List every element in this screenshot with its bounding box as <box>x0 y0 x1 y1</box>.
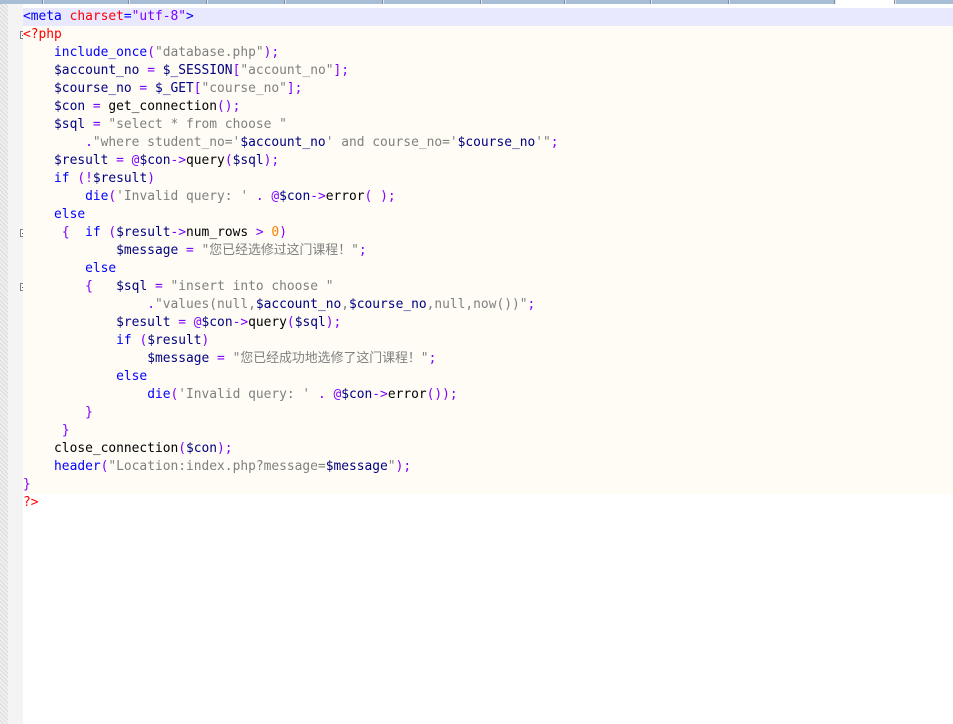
code-line: <meta charset="utf-8"> <box>23 8 953 26</box>
code-line: { $sql = "insert into choose " <box>23 278 953 296</box>
html-tag: meta <box>30 9 62 24</box>
code-line: else <box>23 368 953 386</box>
code-line: $con = get_connection(); <box>23 98 953 116</box>
code-line: $message = "您已经选修过这门课程！"; <box>23 242 953 260</box>
code-line: ."values(null,$account_no,$course_no,nul… <box>23 296 953 314</box>
code-line: { if ($result->num_rows > 0) <box>23 224 953 242</box>
line-number-margin <box>0 4 8 724</box>
code-line: else <box>23 260 953 278</box>
code-line: <?php <box>23 26 953 44</box>
fold-margin[interactable] <box>8 4 29 724</box>
code-line: $result = @$con->query($sql); <box>23 314 953 332</box>
code-line: $sql = "select * from choose " <box>23 116 953 134</box>
code-line: $result = @$con->query($sql); <box>23 152 953 170</box>
code-line: include_once("database.php"); <box>23 44 953 62</box>
code-line: else <box>23 206 953 224</box>
code-line: if ($result) <box>23 332 953 350</box>
code-line: } <box>23 422 953 440</box>
code-line: close_connection($con); <box>23 440 953 458</box>
code-line: $course_no = $_GET["course_no"]; <box>23 80 953 98</box>
code-line: die('Invalid query: ' . @$con->error()); <box>23 386 953 404</box>
code-line: if (!$result) <box>23 170 953 188</box>
code-editor[interactable]: <meta charset="utf-8"> <?php include_onc… <box>23 4 953 724</box>
code-line: $message = "您已经成功地选修了这门课程！"; <box>23 350 953 368</box>
code-line: } <box>23 404 953 422</box>
code-line: ."where student_no='$account_no' and cou… <box>23 134 953 152</box>
code-line: header("Location:index.php?message=$mess… <box>23 458 953 476</box>
code-line: die('Invalid query: ' . @$con->error( ); <box>23 188 953 206</box>
code-line: } <box>23 476 953 494</box>
code-line: ?> <box>23 495 39 510</box>
code-line: $account_no = $_SESSION["account_no"]; <box>23 62 953 80</box>
